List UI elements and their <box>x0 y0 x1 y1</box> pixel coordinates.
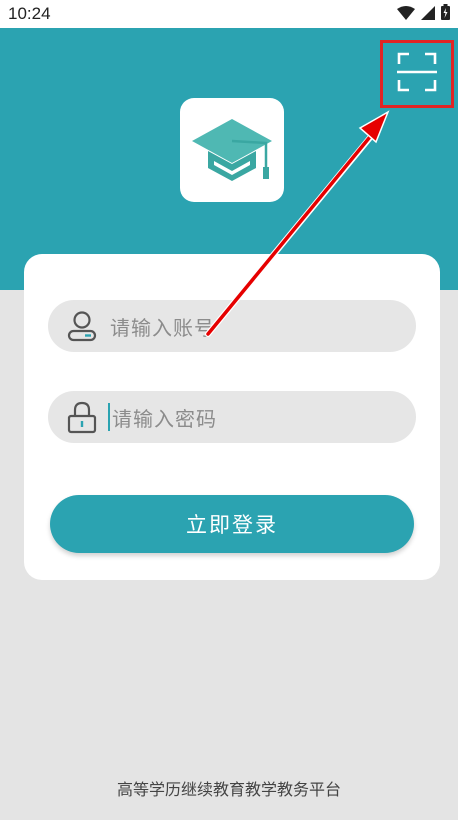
wifi-icon <box>397 5 415 24</box>
status-time: 10:24 <box>8 4 51 23</box>
signal-icon <box>421 5 435 24</box>
account-field[interactable]: 请输入账号 <box>48 300 416 352</box>
app-logo <box>180 98 284 202</box>
battery-icon <box>441 4 450 24</box>
password-field[interactable]: 请输入密码 <box>48 391 416 443</box>
text-cursor <box>108 403 110 431</box>
lock-icon <box>66 401 98 434</box>
scan-button[interactable] <box>380 40 454 108</box>
account-placeholder: 请输入账号 <box>110 315 215 340</box>
scan-icon <box>397 52 437 96</box>
status-bar: 10:24 <box>0 0 458 28</box>
footer-text: 高等学历继续教育教学教务平台 <box>116 780 341 799</box>
user-icon <box>66 310 98 342</box>
login-button[interactable]: 立即登录 <box>50 495 414 553</box>
password-placeholder: 请输入密码 <box>112 406 217 431</box>
login-card: 请输入账号 请输入密码 立即登录 <box>24 254 440 580</box>
graduation-cap-icon <box>186 113 278 187</box>
status-icons <box>397 4 450 24</box>
